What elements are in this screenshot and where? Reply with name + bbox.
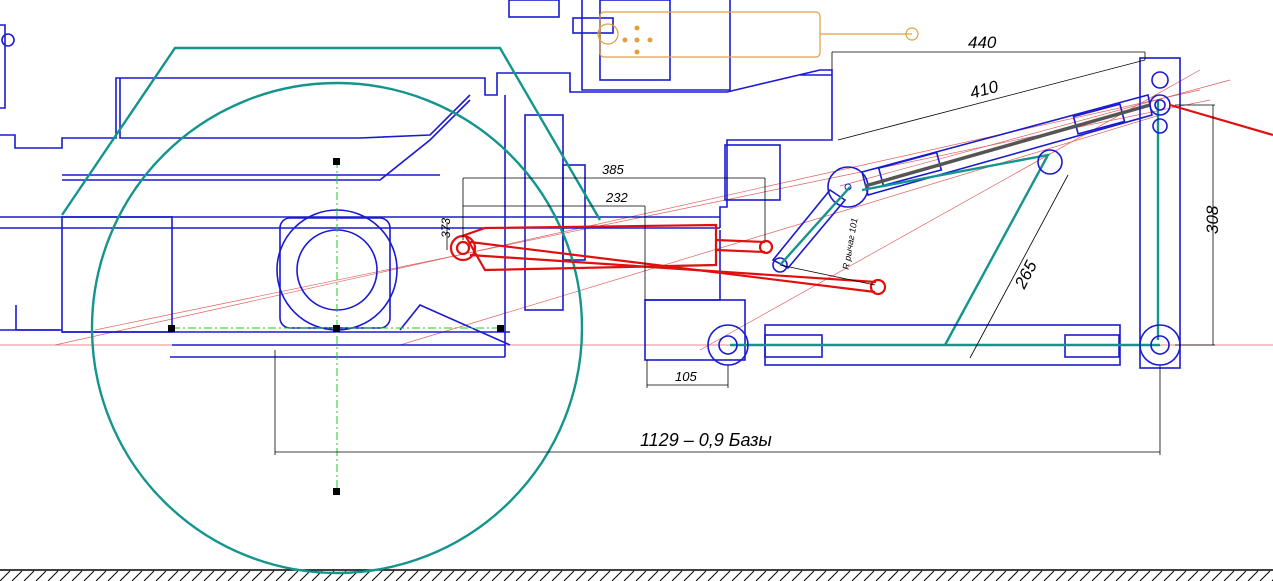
dim-440: 440 xyxy=(968,33,997,52)
dimension-lines xyxy=(274,51,1215,455)
rear-hitch-unit xyxy=(572,0,919,91)
ground-line xyxy=(0,569,1273,581)
dim-373: 373 xyxy=(439,218,453,238)
dim-232: 232 xyxy=(605,190,628,205)
hydraulic-cylinder xyxy=(449,223,887,296)
drawing-canvas: 440 410 385 232 373 308 265 105 1129 – 0… xyxy=(0,0,1273,581)
tractor-frame xyxy=(0,0,833,361)
dimension-labels: 440 410 385 232 373 308 265 105 1129 – 0… xyxy=(439,33,1222,450)
dim-385: 385 xyxy=(602,162,624,177)
dim-308: 308 xyxy=(1203,205,1222,234)
dim-105: 105 xyxy=(675,369,697,384)
centerlines xyxy=(168,158,504,495)
dim-265: 265 xyxy=(1011,257,1042,292)
dim-base: 1129 – 0,9 Базы xyxy=(640,430,772,450)
